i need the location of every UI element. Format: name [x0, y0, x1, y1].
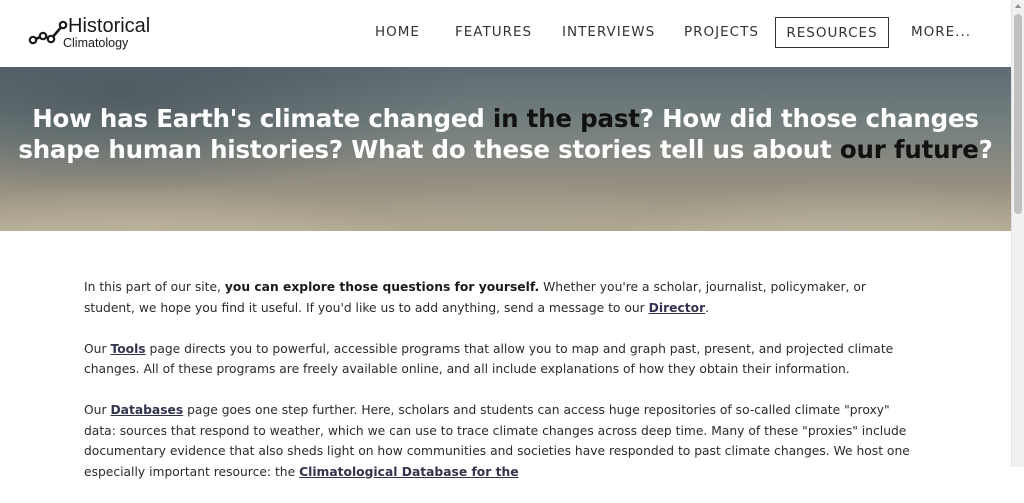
hero-heading: How has Earth's climate changed in the p…	[0, 103, 1011, 165]
nav-home[interactable]: HOME	[375, 17, 420, 48]
paragraph-text: Our	[84, 341, 111, 356]
main-content: In this part of our site, you can explor…	[84, 277, 914, 503]
databases-paragraph: Our Databases page goes one step further…	[84, 400, 914, 482]
nav-projects[interactable]: PROJECTS	[684, 17, 759, 48]
emphasis-text: you can explore those questions for your…	[224, 280, 540, 294]
paragraph-text: .	[705, 300, 710, 315]
tools-paragraph: Our Tools page directs you to powerful, …	[84, 339, 914, 380]
nav-features[interactable]: FEATURES	[455, 17, 532, 48]
databases-link[interactable]: Databases	[110, 403, 183, 417]
hero-highlight-past: in the past	[492, 104, 640, 133]
nav-more[interactable]: MORE...	[911, 17, 971, 48]
site-header: Historical Climatology HOME FEATURES INT…	[0, 0, 1011, 67]
hero-banner: How has Earth's climate changed in the p…	[0, 67, 1011, 231]
hero-text-part: ? How did those changes	[639, 104, 979, 133]
nav-resources[interactable]: RESOURCES	[775, 17, 889, 48]
hero-highlight-future: our future	[839, 135, 979, 164]
logo-subtitle: Climatology	[63, 36, 129, 50]
hero-text-part: ?	[978, 135, 993, 164]
paragraph-text: page directs you to powerful, accessible…	[84, 341, 894, 377]
paragraph-text: Our	[84, 403, 111, 417]
page-scrollbar[interactable]	[1011, 0, 1024, 467]
line-graph-logo-icon	[28, 20, 68, 45]
hero-text-part: How has Earth's climate changed	[32, 104, 493, 133]
scrollbar-thumb[interactable]	[1014, 14, 1022, 214]
logo-title: Historical	[68, 15, 151, 37]
tools-link[interactable]: Tools	[110, 342, 145, 356]
hero-text-part: shape human histories? What do these sto…	[18, 135, 840, 164]
director-link[interactable]: Director	[649, 301, 706, 315]
site-logo[interactable]: Historical Climatology	[28, 14, 168, 54]
nav-interviews[interactable]: INTERVIEWS	[562, 17, 655, 48]
intro-paragraph: In this part of our site, you can explor…	[84, 277, 914, 318]
paragraph-text: In this part of our site,	[84, 280, 225, 294]
scroll-up-arrow-icon[interactable]	[1015, 4, 1021, 8]
